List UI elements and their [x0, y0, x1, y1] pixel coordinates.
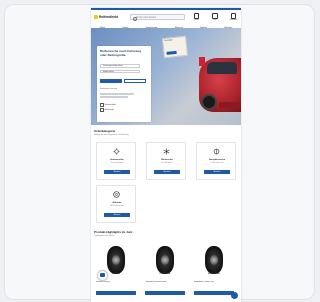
- tile-name: Winterreifen: [161, 159, 173, 161]
- tire-search-panel: Reifensuche nach Fahrzeug oder Reifengrö…: [97, 46, 151, 122]
- winter-option[interactable]: Winterreifen: [100, 108, 115, 112]
- scroll-top-button[interactable]: [231, 292, 238, 299]
- tire-icon: [113, 191, 120, 198]
- product-card[interactable]: CONTINENTAL Continental PremiumContact: [143, 246, 187, 296]
- test-winner-tag: Testsieger: [162, 35, 188, 59]
- product-name[interactable]: Bridgestone Turanza T005: [194, 281, 234, 283]
- account-label: Konto: [194, 19, 199, 21]
- text-line: [100, 93, 134, 95]
- hero-banner: Testsieger Reifensuche nach Fahrzeug ode…: [91, 28, 241, 125]
- web-page: Reifendirekt Suche nach Reifen Konto Hil…: [91, 8, 241, 302]
- tag-label: Testsieger: [164, 39, 173, 43]
- account-icon: [193, 13, 200, 19]
- product-name[interactable]: Michelin Primacy 4: [96, 281, 136, 283]
- category-tile-winter[interactable]: Winterreifen Für kalte Monate Ansehen: [146, 142, 186, 180]
- tile-name: Motorrad: [112, 202, 122, 204]
- tire-image: [156, 246, 174, 274]
- site-logo[interactable]: Reifendirekt: [94, 15, 119, 20]
- top-accent-bar: [91, 8, 241, 10]
- tile-button[interactable]: Ansehen: [104, 213, 130, 217]
- tile-desc: Für das ganze Jahr: [210, 162, 224, 164]
- logo-text: Reifendirekt: [99, 15, 119, 19]
- product-button[interactable]: [96, 291, 136, 295]
- product-button[interactable]: [145, 291, 185, 295]
- cart-label: Warenkorb: [229, 19, 238, 21]
- help-icon: [212, 13, 218, 19]
- categories-title: Unterkategorie: [94, 129, 116, 133]
- product-name[interactable]: Continental PremiumContact: [145, 281, 185, 283]
- tile-button[interactable]: Ansehen: [104, 170, 130, 174]
- manufacturer-select[interactable]: Fahrzeughersteller wählen: [100, 64, 140, 68]
- help-button[interactable]: Hilfe: [210, 13, 221, 23]
- tile-desc: Für warme Monate: [110, 162, 124, 164]
- help-label: Hilfe: [213, 19, 217, 21]
- car-window: [207, 62, 237, 74]
- tile-name: Ganzjahresreifen: [208, 159, 226, 161]
- account-button[interactable]: Konto: [191, 13, 202, 23]
- category-tile-allseason[interactable]: Ganzjahresreifen Für das ganze Jahr Anse…: [196, 142, 236, 180]
- product-brand: CONTINENTAL: [159, 274, 171, 275]
- chat-button[interactable]: [97, 270, 108, 281]
- car-image: [199, 58, 241, 112]
- summer-option[interactable]: Sommerreifen: [100, 103, 116, 107]
- all-season-icon: [213, 148, 220, 155]
- search-icon: [132, 16, 137, 21]
- search-input[interactable]: Suche nach Reifen: [130, 14, 185, 21]
- car-bumper: [219, 102, 241, 108]
- search-tires-button[interactable]: [100, 79, 122, 83]
- promo-badge: [199, 57, 205, 66]
- tile-name: Sommerreifen: [110, 159, 124, 161]
- category-tile-motorcycle[interactable]: Motorrad Reifen für Motorräder Ansehen: [96, 185, 136, 223]
- tag-bar: [166, 50, 177, 55]
- product-brand: BRIDGESTONE: [208, 274, 220, 275]
- category-tile-summer[interactable]: Sommerreifen Für warme Monate Ansehen: [96, 142, 136, 180]
- product-brand: MICHELIN: [112, 274, 120, 275]
- tile-desc: Für kalte Monate: [161, 162, 173, 164]
- logo-mark-icon: [94, 15, 98, 20]
- text-line: [100, 96, 128, 98]
- tile-desc: Reifen für Motorräder: [109, 205, 125, 207]
- search-panel-title: Reifensuche nach Fahrzeug oder Reifengrö…: [100, 49, 142, 57]
- chat-icon: [100, 273, 105, 277]
- header-icons: Konto Hilfe Warenkorb: [191, 13, 239, 23]
- model-select[interactable]: Modell wählen: [100, 69, 140, 73]
- search-by-size-button[interactable]: [124, 79, 146, 83]
- snowflake-icon: [163, 148, 170, 155]
- sun-icon: [113, 148, 120, 155]
- tire-image: [107, 246, 125, 274]
- tile-button[interactable]: Ansehen: [154, 170, 180, 174]
- categories-subtitle: Wählen Sie eine Kategorie für Ihr Fahrze…: [94, 134, 129, 136]
- product-button[interactable]: [194, 291, 234, 295]
- search-placeholder: Suche nach Reifen: [136, 16, 157, 19]
- tile-button[interactable]: Ansehen: [204, 170, 230, 174]
- site-header: Reifendirekt Suche nach Reifen Konto Hil…: [91, 11, 241, 32]
- products-subtitle: Top-Angebote der Woche: [94, 235, 115, 237]
- car-wheel: [201, 94, 217, 110]
- cart-icon: [230, 13, 237, 19]
- cart-button[interactable]: Warenkorb: [228, 13, 239, 23]
- tire-image: [205, 246, 223, 274]
- product-card[interactable]: BRIDGESTONE Bridgestone Turanza T005: [192, 246, 236, 296]
- free-delivery-note: Kostenlose Lieferung: [100, 88, 117, 90]
- products-title: Produkt-Highlights im Juni: [94, 230, 133, 234]
